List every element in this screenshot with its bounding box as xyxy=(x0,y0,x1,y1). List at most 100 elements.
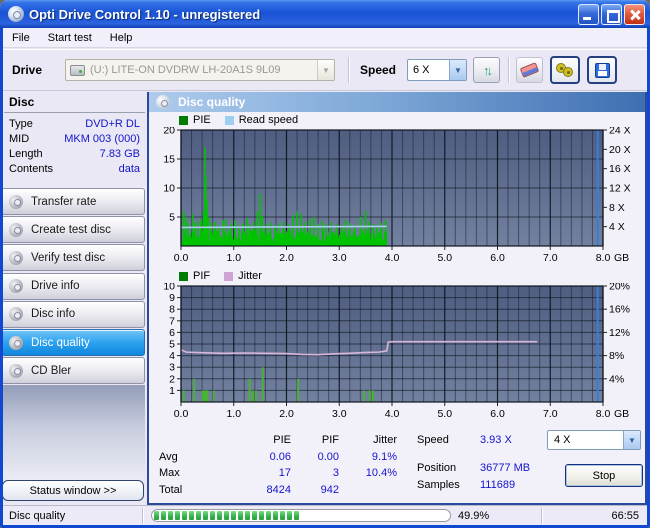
erase-disc-button[interactable] xyxy=(516,57,543,83)
speed-label: Speed xyxy=(360,63,397,77)
svg-text:2.0: 2.0 xyxy=(279,252,294,264)
pif-chart-legend: PIF Jitter xyxy=(179,270,271,282)
col-pie: PIE xyxy=(273,434,291,447)
disc-length-value: 7.83 GB xyxy=(99,147,140,160)
row-total-label: Total xyxy=(159,483,183,496)
disc-length-label: Length xyxy=(9,147,43,160)
sidebar-item-disc-info[interactable]: Disc info xyxy=(1,300,145,328)
svg-text:8.0: 8.0 xyxy=(596,252,611,264)
elapsed-time: 66:55 xyxy=(611,510,639,522)
svg-text:2: 2 xyxy=(169,373,175,385)
max-pif: 3 xyxy=(332,467,339,480)
max-pie: 17 xyxy=(278,467,291,480)
disc-icon xyxy=(9,194,23,209)
svg-text:5.0: 5.0 xyxy=(437,252,452,264)
progress-segment xyxy=(224,511,229,520)
disc-mid-row: MID MKM 003 (000) xyxy=(3,131,146,146)
disc-icon xyxy=(9,279,23,294)
sidebar-item-label: Drive info xyxy=(31,280,80,293)
chevron-down-icon: ▼ xyxy=(317,60,334,80)
row-max-label: Max xyxy=(159,467,180,480)
svg-text:2.0: 2.0 xyxy=(279,408,294,420)
svg-text:8: 8 xyxy=(169,304,175,316)
close-button[interactable] xyxy=(624,3,645,25)
svg-text:10: 10 xyxy=(163,183,175,195)
samples-stat-value: 111689 xyxy=(480,479,516,491)
stats-table: PIE PIF Jitter Avg 0.06 0.00 9.1% Max 17… xyxy=(159,432,397,498)
drive-icon xyxy=(70,64,85,76)
total-pie: 8424 xyxy=(266,483,291,496)
divider xyxy=(4,112,145,113)
samples-row: Samples 111689 xyxy=(417,479,577,493)
minimize-button[interactable] xyxy=(578,3,599,25)
refresh-button[interactable]: ↑↓ xyxy=(473,57,500,83)
menu-start-test[interactable]: Start test xyxy=(39,30,101,46)
disc-icon xyxy=(9,363,23,378)
progress-segment xyxy=(231,511,236,520)
speed-stat-label: Speed xyxy=(417,434,449,446)
sidebar-item-create-test-disc[interactable]: Create test disc xyxy=(1,216,145,244)
svg-text:6: 6 xyxy=(169,327,175,339)
sidebar-item-verify-test-disc[interactable]: Verify test disc xyxy=(1,244,145,272)
pie-chart-legend: PIE Read speed xyxy=(179,114,307,126)
progress-segment xyxy=(259,511,264,520)
disc-quality-panel: Disc quality PIE Read speed 5 10 15 20 4 X8 X… xyxy=(147,92,647,505)
statusbar-separator xyxy=(142,508,143,524)
svg-text:1.0: 1.0 xyxy=(226,408,241,420)
svg-text:9: 9 xyxy=(169,292,175,304)
progress-bar xyxy=(151,509,451,522)
maximize-button[interactable] xyxy=(601,3,622,25)
max-jitter: 10.4% xyxy=(365,467,397,480)
drive-select-value: (U:) LITE-ON DVDRW LH-20A1S 9L09 xyxy=(90,64,281,76)
row-avg-label: Avg xyxy=(159,450,178,463)
disc-mid-value: MKM 003 (000) xyxy=(64,132,140,145)
app-window: Opti Drive Control 1.10 - unregistered F… xyxy=(0,0,650,528)
save-button[interactable] xyxy=(587,56,617,84)
svg-text:4.0: 4.0 xyxy=(385,408,400,420)
speed-select-value: 6 X xyxy=(413,64,430,76)
svg-text:16%: 16% xyxy=(609,304,630,316)
stop-button[interactable]: Stop xyxy=(565,464,643,487)
drive-label: Drive xyxy=(12,63,43,77)
sidebar-item-drive-info[interactable]: Drive info xyxy=(1,272,145,300)
disc-icon xyxy=(9,250,23,265)
menu-help[interactable]: Help xyxy=(101,30,142,46)
app-disc-icon xyxy=(8,6,24,22)
menu-file[interactable]: File xyxy=(3,30,39,46)
sidebar-item-label: Transfer rate xyxy=(31,195,97,208)
eraser-icon xyxy=(519,62,540,78)
legend-label: PIF xyxy=(193,270,211,282)
svg-text:5: 5 xyxy=(169,212,175,224)
svg-text:7: 7 xyxy=(169,315,175,327)
speed-select[interactable]: 6 X ▼ xyxy=(407,59,467,81)
disc-type-row: Type DVD+R DL xyxy=(3,116,146,131)
progress-segment xyxy=(294,511,299,520)
svg-text:GB: GB xyxy=(614,408,629,420)
svg-text:5: 5 xyxy=(169,339,175,351)
rescan-speed-select[interactable]: 4 X ▼ xyxy=(547,430,641,450)
sidebar-item-cd-bler[interactable]: CD Bler xyxy=(1,357,145,385)
svg-text:4.0: 4.0 xyxy=(385,252,400,264)
chevron-down-icon: ▼ xyxy=(623,431,640,449)
status-window-button[interactable]: Status window >> xyxy=(2,480,144,501)
svg-text:6.0: 6.0 xyxy=(490,252,505,264)
col-jitter: Jitter xyxy=(373,434,397,447)
sidebar-item-label: Verify test disc xyxy=(31,251,106,264)
status-bar: Disc quality 49.9% 66:55 xyxy=(3,505,647,525)
legend-label: Jitter xyxy=(238,270,262,282)
status-window-button-label: Status window >> xyxy=(29,484,117,497)
progress-segment xyxy=(182,511,187,520)
legend-label: PIE xyxy=(193,114,211,126)
svg-text:4 X: 4 X xyxy=(609,221,625,233)
progress-segment xyxy=(280,511,285,520)
progress-segment xyxy=(203,511,208,520)
view-button[interactable] xyxy=(550,56,580,84)
drive-select[interactable]: (U:) LITE-ON DVDRW LH-20A1S 9L09 ▼ xyxy=(65,59,335,81)
svg-text:3: 3 xyxy=(169,362,175,374)
sidebar-item-label: Create test disc xyxy=(31,223,111,236)
progress-segment xyxy=(168,511,173,520)
sidebar-item-disc-quality[interactable]: Disc quality xyxy=(1,329,145,356)
sidebar-item-transfer-rate[interactable]: Transfer rate xyxy=(1,188,145,215)
sidebar-item-label: CD Bler xyxy=(31,364,72,377)
svg-text:12 X: 12 X xyxy=(609,183,631,195)
